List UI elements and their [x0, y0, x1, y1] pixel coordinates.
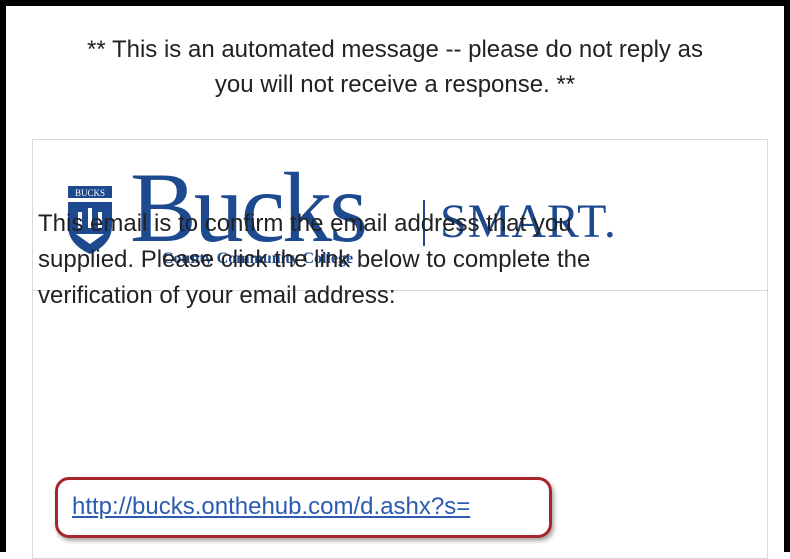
frame-border-top — [0, 0, 790, 6]
automated-notice: ** This is an automated message -- pleas… — [20, 32, 770, 102]
crest-label: BUCKS — [75, 188, 105, 198]
frame-border-right — [784, 0, 790, 552]
verification-link[interactable]: http://bucks.onthehub.com/d.ashx?s= — [72, 491, 470, 523]
frame-border-left — [0, 0, 6, 552]
message-line-1: This email is to confirm the email addre… — [38, 210, 572, 237]
email-window: ** This is an automated message -- pleas… — [0, 0, 790, 559]
notice-line-2: you will not receive a response. ** — [214, 71, 576, 98]
notice-line-1: ** This is an automated message -- pleas… — [87, 36, 703, 63]
message-line-3: verification of your email address: — [38, 282, 396, 309]
confirmation-message: This email is to confirm the email addre… — [38, 206, 678, 314]
message-line-2: supplied. Please click the link below to… — [38, 246, 591, 273]
